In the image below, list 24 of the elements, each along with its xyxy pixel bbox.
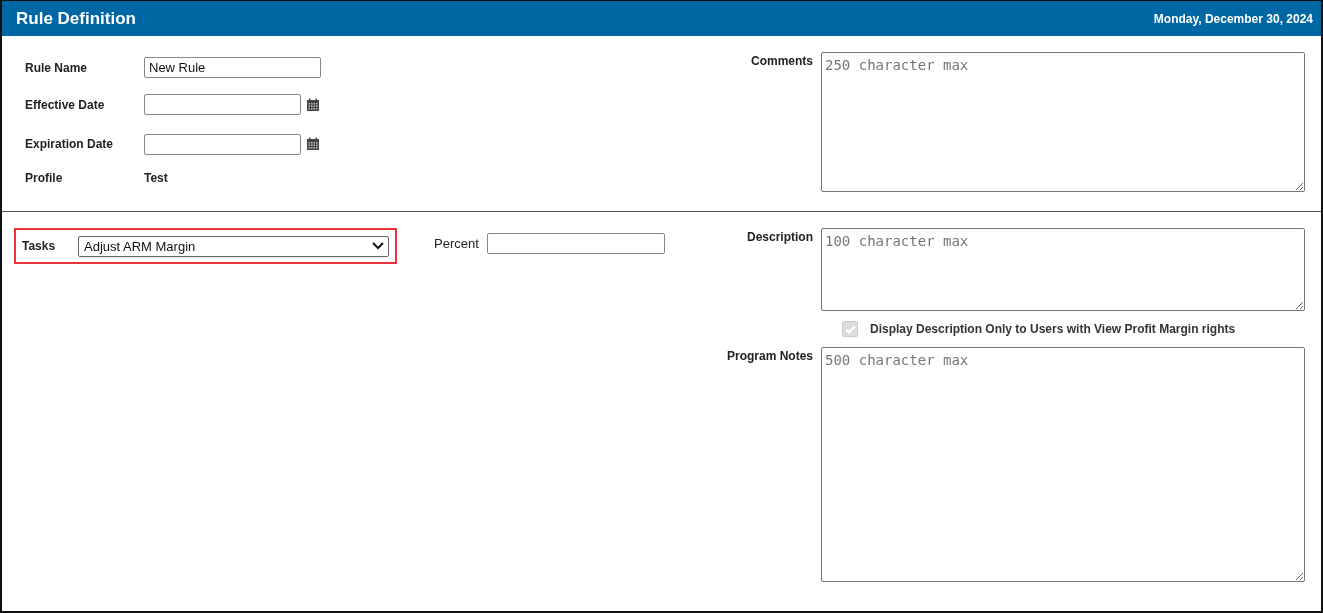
current-date: Monday, December 30, 2024: [1153, 11, 1313, 26]
percent-field[interactable]: [486, 233, 665, 254]
field-label: Program Notes: [725, 348, 813, 363]
chevron-down-icon: [372, 242, 384, 250]
field-label: Comments: [750, 53, 813, 68]
field-label: Effective Date: [25, 97, 106, 112]
field-label: Expiration Date: [25, 137, 115, 151]
field-label: Profile: [25, 171, 64, 186]
calendar-icon[interactable]: [306, 97, 320, 112]
program-notes-field[interactable]: 500 character max: [821, 347, 1305, 582]
comments-field[interactable]: 250 character max: [821, 52, 1305, 192]
input-field[interactable]: New Rule: [144, 57, 321, 79]
tasks-dropdown[interactable]: Adjust ARM Margin: [78, 235, 389, 257]
field-value: Test: [144, 171, 168, 186]
field-label: Rule Name: [25, 60, 89, 75]
field-label: Description: [746, 229, 813, 244]
field-label: Percent: [434, 236, 479, 251]
date-field[interactable]: [144, 133, 301, 155]
checkbox-label: Display Description Only to Users with View Profit Margin rights: [870, 322, 1236, 336]
calendar-icon[interactable]: [306, 137, 320, 151]
date-field[interactable]: [144, 94, 301, 116]
field-label: Tasks: [22, 239, 57, 253]
page-title: Rule Definition: [16, 8, 136, 29]
description-field[interactable]: 100 character max: [821, 228, 1305, 311]
